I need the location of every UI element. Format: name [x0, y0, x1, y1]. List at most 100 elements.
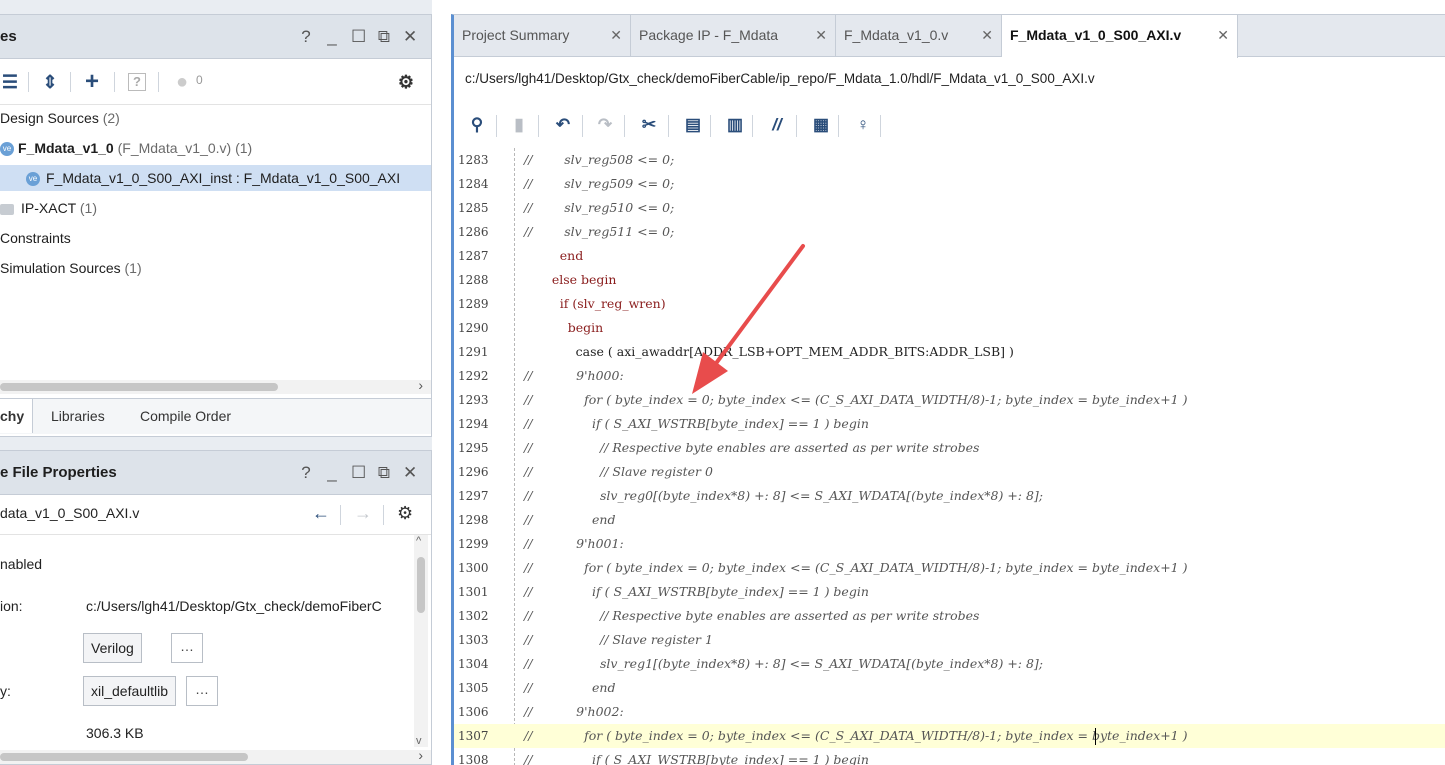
code-line[interactable]: 1302 // // Respective byte enables are as…: [454, 604, 1445, 628]
tree-item-axi-inst[interactable]: ve F_Mdata_v1_0_S00_AXI_inst : F_Mdata_v1…: [0, 165, 431, 191]
tree-item-ip-xact[interactable]: IP-XACT (1): [0, 195, 97, 221]
help-icon[interactable]: ?: [299, 463, 313, 483]
tree-item-constraints[interactable]: Constraints: [0, 225, 71, 251]
scroll-up-icon[interactable]: ^: [416, 535, 421, 547]
settings-gear-icon[interactable]: ⚙: [397, 503, 413, 524]
code-text: for ( byte_index = 0; byte_index <= (C_S…: [532, 392, 1188, 407]
scroll-right-icon[interactable]: ›: [418, 377, 423, 393]
code-area[interactable]: 1283 // slv_reg508 <= 0; 1284 // slv_reg509…: [454, 148, 1445, 765]
code-line[interactable]: 1292 // 9'h000:: [454, 364, 1445, 388]
sources-panel-title: es: [0, 28, 17, 45]
close-icon[interactable]: ✕: [610, 15, 622, 55]
comment-toggle-icon[interactable]: //: [766, 113, 788, 137]
code-line[interactable]: 1301 // if ( S_AXI_WSTRB[byte_index] == 1…: [454, 580, 1445, 604]
column-select-icon[interactable]: ▦: [810, 113, 832, 137]
code-text: slv_reg508 <= 0;: [532, 152, 675, 167]
code-line[interactable]: 1284 // slv_reg509 <= 0;: [454, 172, 1445, 196]
code-text: case ( axi_awaddr[ADDR_LSB+OPT_MEM_ADDR_…: [524, 344, 1014, 359]
tab-libraries[interactable]: Libraries: [51, 399, 105, 433]
code-line[interactable]: 1293 // for ( byte_index = 0; byte_index …: [454, 388, 1445, 412]
code-line[interactable]: 1288 else begin: [454, 268, 1445, 292]
tab-s00-axi-v[interactable]: F_Mdata_v1_0_S00_AXI.v ✕: [1002, 15, 1238, 58]
close-icon[interactable]: ✕: [1217, 15, 1229, 55]
properties-horizontal-scrollbar[interactable]: ›: [0, 747, 431, 764]
close-icon[interactable]: ✕: [981, 15, 993, 55]
code-line[interactable]: 1295 // // Respective byte enables are as…: [454, 436, 1445, 460]
code-line[interactable]: 1290 begin: [454, 316, 1445, 340]
file-type-button[interactable]: Verilog: [83, 633, 142, 663]
back-arrow-icon[interactable]: ←: [312, 503, 330, 524]
code-line[interactable]: 1308 // if ( S_AXI_WSTRB[byte_index] == 1…: [454, 748, 1445, 765]
close-icon[interactable]: ✕: [815, 15, 827, 55]
code-comment: // slv_reg510 <= 0;: [524, 196, 674, 220]
add-sources-icon[interactable]: +: [82, 70, 102, 94]
code-line[interactable]: 1291 case ( axi_awaddr[ADDR_LSB+OPT_MEM_…: [454, 340, 1445, 364]
tab-hierarchy[interactable]: chy: [0, 399, 34, 433]
search-icon[interactable]: ⚲: [466, 113, 488, 137]
unknown-icon[interactable]: ?: [128, 73, 146, 91]
lightbulb-icon[interactable]: ♀: [852, 113, 874, 137]
code-line[interactable]: 1299 // 9'h001:: [454, 532, 1445, 556]
code-line[interactable]: 1294 // if ( S_AXI_WSTRB[byte_index] == 1…: [454, 412, 1445, 436]
library-button[interactable]: xil_defaultlib: [83, 676, 177, 706]
line-number: 1286: [458, 225, 489, 239]
settings-gear-icon[interactable]: ⚙: [396, 70, 416, 94]
tree-item-simulation-sources[interactable]: Simulation Sources (1): [0, 255, 142, 281]
close-icon[interactable]: ✕: [403, 463, 417, 483]
tree-item-design-sources[interactable]: Design Sources (2): [0, 105, 120, 131]
maximize-icon[interactable]: ☐: [351, 27, 366, 47]
library-edit-button[interactable]: …: [186, 676, 218, 706]
scroll-down-icon[interactable]: v: [416, 735, 422, 747]
float-icon[interactable]: ⧉: [377, 27, 391, 47]
copy-icon[interactable]: ▤: [682, 113, 704, 137]
float-icon[interactable]: ⧉: [377, 463, 391, 483]
tab-package-ip[interactable]: Package IP - F_Mdata ✕: [631, 15, 836, 57]
minimize-icon[interactable]: _: [325, 463, 339, 483]
save-icon[interactable]: ▮: [508, 113, 530, 137]
code-line[interactable]: 1307 // for ( byte_index = 0; byte_index …: [454, 724, 1445, 748]
code-line[interactable]: 1300 // for ( byte_index = 0; byte_index …: [454, 556, 1445, 580]
file-type-edit-button[interactable]: …: [171, 633, 203, 663]
minimize-icon[interactable]: _: [325, 27, 339, 47]
undo-icon[interactable]: ↶: [552, 113, 574, 137]
scroll-right-icon[interactable]: ›: [418, 747, 423, 763]
redo-icon[interactable]: ↷: [594, 113, 616, 137]
tab-compile-order[interactable]: Compile Order: [140, 399, 231, 433]
expand-all-icon[interactable]: ⇕: [40, 70, 60, 94]
code-line[interactable]: 1286 // slv_reg511 <= 0;: [454, 220, 1445, 244]
code-line[interactable]: 1303 // // Slave register 1: [454, 628, 1445, 652]
prop-enabled[interactable]: nabled: [0, 549, 42, 579]
close-icon[interactable]: ✕: [403, 27, 417, 47]
paste-icon[interactable]: ▥: [724, 113, 746, 137]
properties-vertical-scrollbar[interactable]: ^ v: [414, 535, 428, 747]
code-line[interactable]: 1305 // end: [454, 676, 1445, 700]
code-line[interactable]: 1285 // slv_reg510 <= 0;: [454, 196, 1445, 220]
line-number: 1300: [458, 561, 489, 575]
maximize-icon[interactable]: ☐: [351, 463, 366, 483]
code-text: for ( byte_index = 0; byte_index <= (C_S…: [532, 560, 1188, 575]
tab-mdata-v[interactable]: F_Mdata_v1_0.v ✕: [836, 15, 1002, 57]
tab-project-summary[interactable]: Project Summary ✕: [454, 15, 631, 57]
code-line[interactable]: 1304 // slv_reg1[(byte_index*8) +: 8] <= …: [454, 652, 1445, 676]
code-line[interactable]: 1287 end: [454, 244, 1445, 268]
help-icon[interactable]: ?: [299, 27, 313, 47]
code-line[interactable]: 1296 // // Slave register 0: [454, 460, 1445, 484]
cut-icon[interactable]: ✂: [638, 113, 660, 137]
line-number: 1284: [458, 177, 489, 191]
sources-horizontal-scrollbar[interactable]: ›: [0, 377, 431, 394]
code-line[interactable]: 1289 if (slv_reg_wren): [454, 292, 1445, 316]
code-line[interactable]: 1283 // slv_reg508 <= 0;: [454, 148, 1445, 172]
code-line[interactable]: 1297 // slv_reg0[(byte_index*8) +: 8] <= …: [454, 484, 1445, 508]
line-number: 1296: [458, 465, 489, 479]
code-comment: // if ( S_AXI_WSTRB[byte_index] == 1 ) b…: [524, 412, 869, 436]
code-line[interactable]: 1298 // end: [454, 508, 1445, 532]
collapse-all-icon[interactable]: ☰: [0, 70, 20, 94]
scroll-thumb[interactable]: [417, 557, 425, 613]
scroll-thumb[interactable]: [0, 753, 248, 761]
forward-arrow-icon[interactable]: →: [354, 503, 372, 524]
scroll-thumb[interactable]: [0, 383, 278, 391]
code-line[interactable]: 1306 // 9'h002:: [454, 700, 1445, 724]
code-comment: // // Slave register 0: [524, 460, 713, 484]
tree-item-top-module[interactable]: ve F_Mdata_v1_0 (F_Mdata_v1_0.v) (1): [0, 135, 252, 161]
properties-file-name: data_v1_0_S00_AXI.v: [0, 505, 140, 521]
